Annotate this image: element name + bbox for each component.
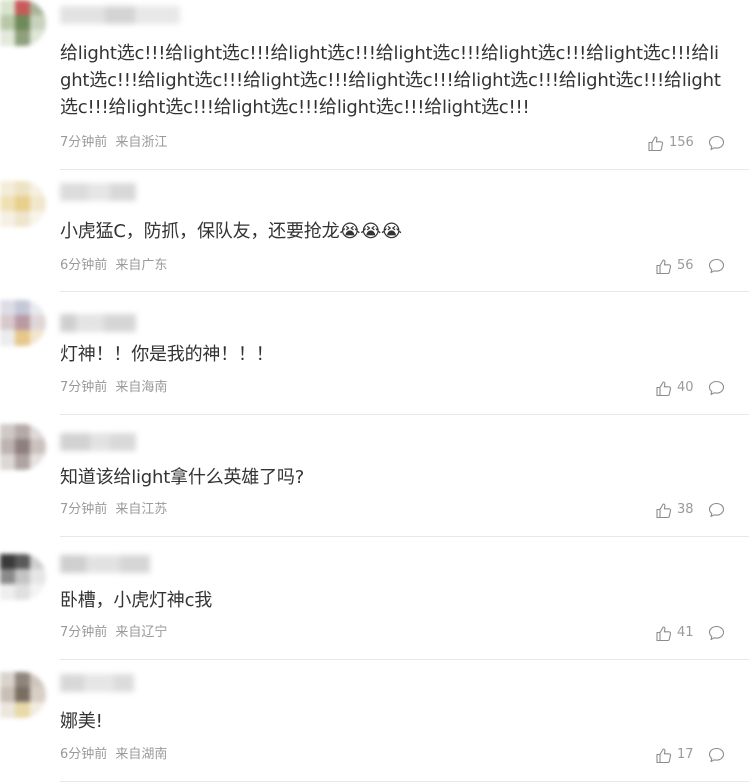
thumbs-up-icon: [656, 380, 672, 396]
like-count: 56: [677, 258, 694, 273]
comment-item: 卧槽，小虎灯神c我 7分钟前 来自辽宁 41: [0, 537, 749, 660]
comment-time: 6分钟前: [60, 747, 108, 762]
comment-item: 给light选c!!!给light选c!!!给light选c!!!给light选…: [0, 0, 749, 170]
comment-time: 7分钟前: [60, 502, 108, 517]
comment-location: 来自广东: [115, 258, 168, 273]
comment-time: 7分钟前: [60, 135, 108, 150]
comment-meta: 7分钟前 来自浙江: [60, 135, 167, 151]
comment-text: 卧槽，小虎灯神c我: [60, 590, 213, 611]
username[interactable]: [60, 674, 134, 692]
username[interactable]: [60, 183, 136, 201]
comment-item: 知道该给light拿什么英雄了吗? 7分钟前 来自江苏 38: [0, 415, 749, 537]
like-button[interactable]: 40: [656, 380, 694, 396]
comment-meta: 6分钟前 来自广东: [60, 258, 167, 274]
comment-bubble-icon[interactable]: [708, 625, 725, 641]
username[interactable]: [60, 555, 150, 573]
comment-item: 小虎猛C，防抓，保队友，还要抢龙😭😭😭 6分钟前 来自广东 56: [0, 170, 749, 292]
comment-text: 灯神！！你是我的神！！！: [60, 344, 274, 365]
avatar[interactable]: [0, 300, 46, 346]
comment-location: 来自江苏: [115, 502, 168, 517]
comment-bubble-icon[interactable]: [708, 380, 725, 396]
like-button[interactable]: 41: [656, 625, 694, 641]
like-count: 40: [677, 380, 694, 395]
like-button[interactable]: 56: [656, 258, 694, 274]
comment-text: 知道该给light拿什么英雄了吗?: [60, 467, 305, 488]
comment-location: 来自湖南: [115, 747, 168, 762]
comment-item: 灯神！！你是我的神！！！ 7分钟前 来自海南 40: [0, 292, 749, 415]
like-count: 156: [669, 135, 694, 150]
username[interactable]: [60, 314, 136, 332]
like-count: 17: [677, 747, 694, 762]
like-button[interactable]: 38: [656, 502, 694, 518]
thumbs-up-icon: [656, 258, 672, 274]
comment-time: 7分钟前: [60, 380, 108, 395]
comment-bubble-icon[interactable]: [708, 135, 725, 151]
like-count: 38: [677, 502, 694, 517]
thumbs-up-icon: [656, 747, 672, 763]
comment-bubble-icon[interactable]: [708, 502, 725, 518]
comment-time: 6分钟前: [60, 258, 108, 273]
thumbs-up-icon: [656, 625, 672, 641]
comment-location: 来自辽宁: [115, 625, 168, 640]
comment-location: 来自海南: [115, 380, 168, 395]
like-count: 41: [677, 625, 694, 640]
comment-text: 小虎猛C，防抓，保队友，还要抢龙😭😭😭: [60, 221, 402, 242]
like-button[interactable]: 17: [656, 747, 694, 763]
avatar[interactable]: [0, 0, 46, 46]
username[interactable]: [60, 6, 180, 24]
comment-time: 7分钟前: [60, 625, 108, 640]
divider: [60, 781, 749, 782]
avatar[interactable]: [0, 181, 46, 227]
comment-meta: 6分钟前 来自湖南: [60, 747, 167, 763]
comment-meta: 7分钟前 来自江苏: [60, 502, 167, 518]
comment-location: 来自浙江: [115, 135, 168, 150]
comment-item: 娜美! 6分钟前 来自湖南 17: [0, 660, 749, 783]
thumbs-up-icon: [656, 502, 672, 518]
comment-text: 给light选c!!!给light选c!!!给light选c!!!给light选…: [60, 43, 721, 118]
comment-bubble-icon[interactable]: [708, 258, 725, 274]
like-button[interactable]: 156: [648, 135, 694, 151]
avatar[interactable]: [0, 554, 46, 600]
avatar[interactable]: [0, 424, 46, 470]
avatar[interactable]: [0, 672, 46, 718]
username[interactable]: [60, 433, 136, 451]
thumbs-up-icon: [648, 135, 664, 151]
comment-meta: 7分钟前 来自辽宁: [60, 625, 167, 641]
comment-text: 娜美!: [60, 711, 103, 732]
comment-meta: 7分钟前 来自海南: [60, 380, 167, 396]
comment-bubble-icon[interactable]: [708, 747, 725, 763]
